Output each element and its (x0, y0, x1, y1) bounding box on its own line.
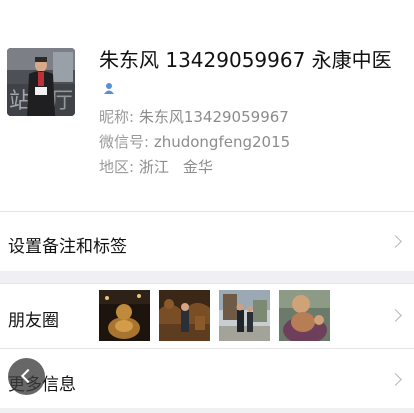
wechat-id-line: 微信号: zhudongfeng2015 (99, 132, 290, 152)
set-remarks-and-tags-row[interactable]: 设置备注和标签 (0, 211, 414, 271)
moments-photo (99, 290, 150, 341)
wechat-id-label: 微信号: (99, 133, 150, 151)
nickname-value: 朱东风13429059967 (138, 108, 289, 126)
region-line: 地区: 浙江 金华 (99, 157, 213, 177)
back-button[interactable] (8, 358, 45, 395)
wechat-id-value[interactable]: zhudongfeng2015 (154, 133, 290, 151)
moments-label: 朋友圈 (8, 311, 59, 331)
region-label: 地区: (99, 158, 135, 176)
male-icon (103, 74, 115, 94)
moments-photo (219, 290, 270, 341)
moments-photo (159, 290, 210, 341)
avatar[interactable]: 站 厅 (7, 48, 75, 116)
section-separator (0, 408, 414, 413)
profile-header: 站 厅 朱东风 13429059967 永康中医 昵称: 朱东风13429059… (0, 0, 414, 211)
section-separator (0, 271, 414, 283)
chevron-right-icon (389, 309, 402, 322)
profile-name: 朱东风 13429059967 永康中医 (99, 47, 399, 104)
chevron-left-icon (20, 368, 36, 384)
nickname-label: 昵称: (99, 108, 135, 126)
moments-photo (279, 290, 330, 341)
more-info-row[interactable]: 更多信息 (0, 348, 414, 408)
set-remarks-and-tags-label: 设置备注和标签 (8, 237, 127, 257)
nickname-line: 昵称: 朱东风13429059967 (99, 107, 289, 127)
profile-name-text: 朱东风 13429059967 永康中医 (99, 48, 392, 72)
chevron-right-icon (389, 235, 402, 248)
region-city: 金华 (182, 158, 213, 176)
chevron-right-icon (389, 373, 402, 386)
region-province: 浙江 (138, 158, 169, 176)
